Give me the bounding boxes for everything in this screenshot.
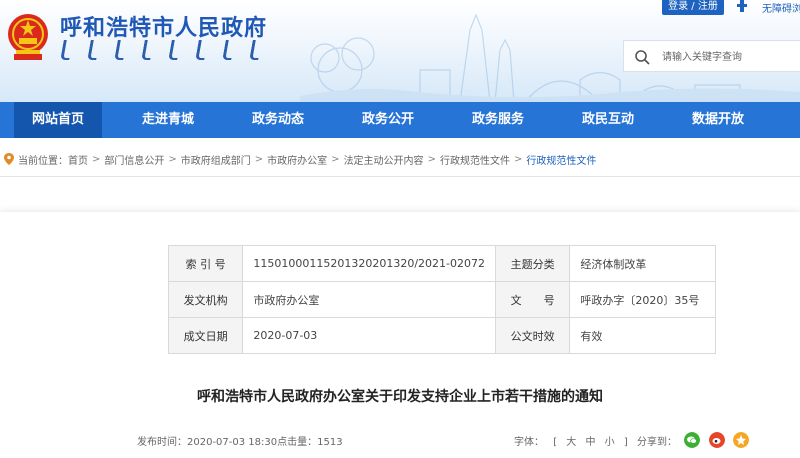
meta-key: 成文日期 — [167, 317, 244, 354]
meta-key: 文 号 — [494, 281, 571, 318]
search-icon[interactable] — [634, 49, 650, 65]
login-register-button[interactable]: 登录 / 注册 — [662, 0, 724, 15]
nav-item-gov-news[interactable]: 政务动态 — [234, 102, 322, 138]
nav-item-home[interactable]: 网站首页 — [14, 102, 102, 138]
breadcrumb-item[interactable]: 市政府办公室 — [267, 152, 327, 167]
document-title: 呼和浩特市人民政府办公室关于印发支持企业上市若干措施的通知 — [197, 389, 603, 405]
qzone-icon[interactable] — [733, 432, 749, 448]
table-row: 发文机构 市政府办公室 文 号 呼政办字〔2020〕35号 — [167, 281, 716, 318]
font-size-label: 字体： — [514, 437, 544, 448]
breadcrumb-item[interactable]: 法定主动公开内容 — [344, 152, 424, 167]
breadcrumb-item[interactable]: 市政府组成部门 — [181, 152, 251, 167]
publish-label: 发布时间： — [137, 437, 187, 448]
nav-item-interaction[interactable]: 政民互动 — [564, 102, 652, 138]
font-size-large-button[interactable]: 大 — [566, 437, 576, 448]
document-metadata-table: 索 引 号 115010001152013202013​20/2021-0207… — [167, 245, 716, 354]
weibo-icon[interactable] — [709, 432, 725, 448]
breadcrumb-item[interactable]: 行政规范性文件 — [440, 152, 510, 167]
views-count: 1513 — [317, 437, 343, 448]
divider — [0, 176, 800, 177]
publish-time: 2020-07-03 18:30 — [187, 437, 278, 448]
national-emblem-icon — [8, 14, 48, 60]
publish-info: 发布时间：2020-07-03 18:30点击量：1513 — [137, 433, 343, 448]
breadcrumb-item[interactable]: 首页 — [68, 152, 88, 167]
meta-value: 经济体制改革 — [569, 245, 716, 282]
bracket-close: ] — [623, 437, 628, 448]
breadcrumb: 当前位置： 首页 > 部门信息公开 > 市政府组成部门 > 市政府办公室 > 法… — [0, 150, 596, 168]
meta-value: 有效 — [569, 317, 716, 354]
font-size-small-button[interactable]: 小 — [605, 437, 615, 448]
location-pin-icon — [4, 153, 14, 165]
font-size-control: 字体： [ 大 中 小 ] — [514, 433, 634, 448]
meta-key: 主题分类 — [494, 245, 571, 282]
table-row: 成文日期 2020-07-03 公文时效 有效 — [167, 317, 716, 354]
meta-key: 索 引 号 — [167, 245, 244, 282]
meta-value: 呼政办字〔2020〕35号 — [569, 281, 716, 318]
meta-value: 115010001152013202013​20/2021-02072 — [242, 245, 496, 282]
site-header: 呼和浩特市人民政府 登录 / 注册 无障碍浏 — [0, 0, 800, 102]
meta-value: 2020-07-03 — [242, 317, 496, 354]
views-label: 点击量： — [277, 437, 318, 448]
font-size-medium-button[interactable]: 中 — [585, 437, 595, 448]
nav-item-gov-disclosure[interactable]: 政务公开 — [344, 102, 432, 138]
mongolian-script-title — [60, 40, 262, 60]
meta-key: 发文机构 — [167, 281, 244, 318]
breadcrumb-prefix: 当前位置： — [18, 155, 68, 167]
search-input[interactable] — [662, 47, 800, 67]
meta-value: 市政府办公室 — [242, 281, 496, 318]
breadcrumb-current[interactable]: 行政规范性文件 — [526, 152, 596, 167]
nav-item-open-data[interactable]: 数据开放 — [674, 102, 762, 138]
search-box — [623, 40, 800, 72]
wechat-icon[interactable] — [684, 432, 700, 448]
accessibility-icon[interactable] — [737, 0, 747, 12]
site-title: 呼和浩特市人民政府 — [60, 15, 268, 41]
share-label: 分享到： — [637, 437, 677, 448]
breadcrumb-item[interactable]: 部门信息公开 — [104, 152, 164, 167]
main-nav: 网站首页 走进青城 政务动态 政务公开 政务服务 政民互动 数据开放 — [0, 102, 800, 138]
bracket-open: [ — [553, 437, 558, 448]
nav-item-about-city[interactable]: 走进青城 — [124, 102, 212, 138]
table-row: 索 引 号 115010001152013202013​20/2021-0207… — [167, 245, 716, 282]
meta-key: 公文时效 — [494, 317, 571, 354]
nav-item-gov-services[interactable]: 政务服务 — [454, 102, 542, 138]
accessibility-link[interactable]: 无障碍浏 — [762, 0, 800, 15]
